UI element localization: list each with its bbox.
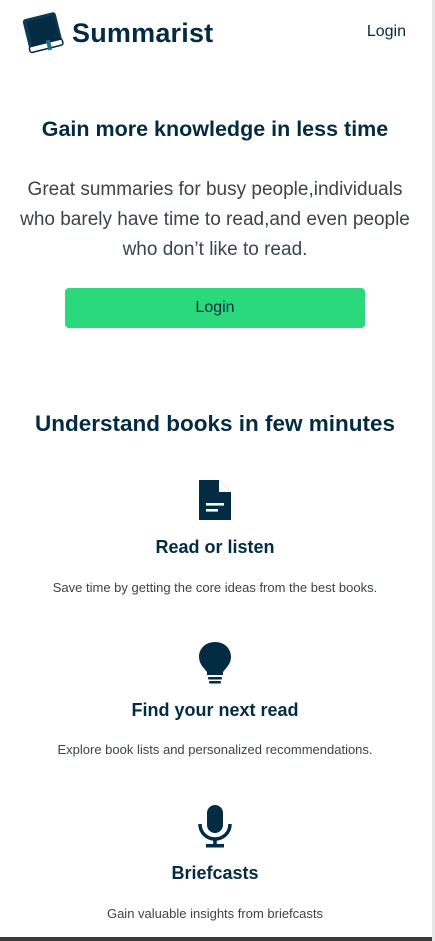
- feature-desc-read: Save time by getting the core ideas from…: [52, 580, 378, 595]
- logo-text: Summarist: [72, 17, 214, 48]
- hero-subtitle: Great summaries for busy people,individu…: [20, 179, 410, 260]
- logo[interactable]: Summarist: [20, 10, 213, 56]
- feature-desc-briefcasts: Gain valuable insights from briefcasts: [106, 906, 324, 921]
- features-title: Understand books in few minutes: [34, 411, 396, 436]
- nav-login-link[interactable]: Login: [367, 23, 406, 41]
- lightbulb-icon: [199, 642, 231, 684]
- feature-desc-find: Explore book lists and personalized reco…: [57, 742, 373, 757]
- feature-title-find: Find your next read: [131, 700, 299, 720]
- hero-login-button[interactable]: Login: [65, 288, 365, 328]
- book-icon: [22, 12, 64, 54]
- feature-title-briefcasts: Briefcasts: [171, 863, 259, 883]
- bottom-scrollbar: [0, 937, 432, 941]
- landing-page: Summarist Login Gain more knowledge in l…: [0, 0, 435, 941]
- top-nav: Summarist Login: [0, 0, 432, 66]
- hero-title: Gain more knowledge in less time: [41, 117, 389, 141]
- feature-title-read: Read or listen: [155, 537, 275, 557]
- microphone-icon: [198, 805, 232, 848]
- document-icon: [199, 480, 231, 520]
